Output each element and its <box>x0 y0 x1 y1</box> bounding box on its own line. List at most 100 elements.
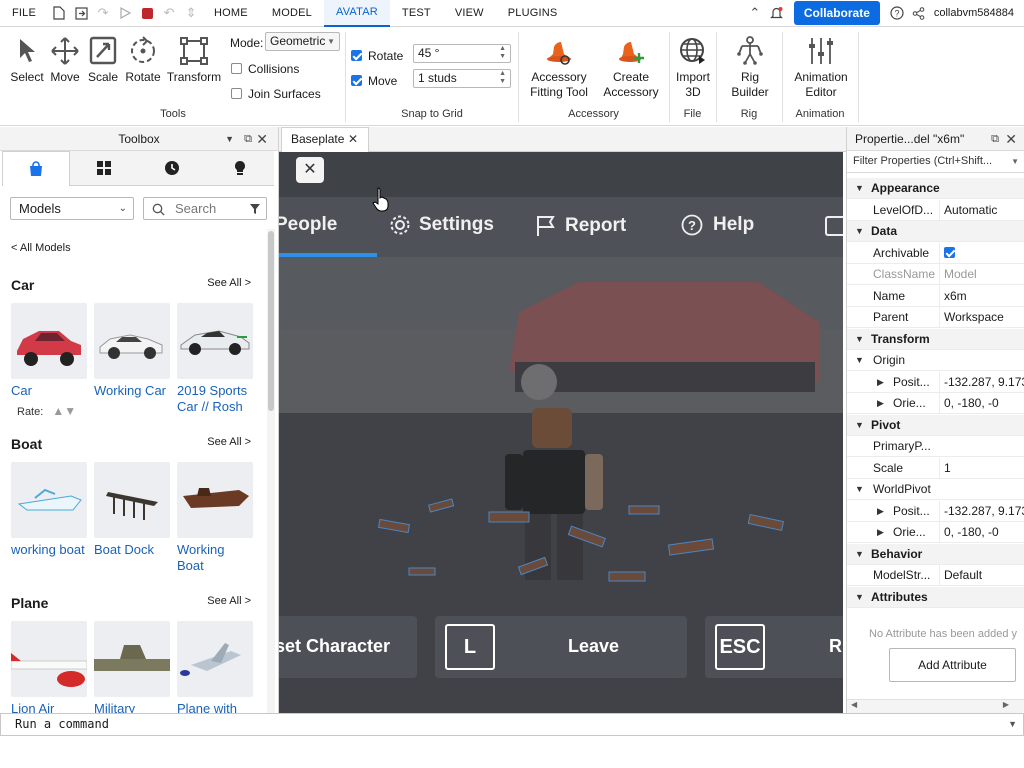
model-item[interactable]: 2019 Sports Car // Rosh <box>177 303 253 415</box>
chevron-down-icon[interactable]: ▼ <box>1008 714 1017 735</box>
filter-properties-input[interactable]: Filter Properties (Ctrl+Shift... ▼ <box>847 151 1024 173</box>
transform-tool-button[interactable]: Transform <box>166 36 222 84</box>
join-surfaces-toggle[interactable]: Join Surfaces <box>231 87 321 101</box>
all-models-link[interactable]: < All Models <box>11 242 71 254</box>
property-section[interactable]: ▼ Transform <box>847 328 1024 350</box>
collapse-triangle-icon[interactable]: ▼ <box>855 479 864 500</box>
help-icon[interactable]: ? <box>886 0 908 27</box>
command-bar[interactable]: Run a command ▼ <box>0 713 1024 736</box>
add-attribute-button[interactable]: Add Attribute <box>889 648 1016 682</box>
redo-icon[interactable]: ↷ <box>92 0 114 27</box>
property-value[interactable]: -132.287, 9.173, ... <box>939 500 1024 522</box>
join-surfaces-checkbox[interactable] <box>231 88 242 99</box>
menu-close-button[interactable]: ✕ <box>296 157 324 183</box>
undock-icon[interactable]: ⧉ <box>991 127 999 151</box>
property-row[interactable]: LevelOfD... Automatic <box>847 199 1024 221</box>
model-item[interactable]: working boat <box>11 462 87 558</box>
new-file-icon[interactable] <box>48 0 70 27</box>
collapse-ribbon-icon[interactable]: ⌃ <box>744 0 766 27</box>
tab-recent[interactable] <box>138 151 206 186</box>
command-input[interactable]: Run a command <box>15 717 109 731</box>
snap-rotate-checkbox[interactable] <box>351 50 362 61</box>
property-value[interactable]: 1 <box>939 457 1024 479</box>
property-row[interactable]: Archivable <box>847 242 1024 264</box>
property-row[interactable]: ClassName Model <box>847 264 1024 285</box>
filter-icon[interactable] <box>249 203 261 215</box>
property-row[interactable]: ▼ WorldPivot <box>847 479 1024 500</box>
tab-inventory[interactable] <box>70 151 138 186</box>
category-select[interactable]: Models ⌄ <box>10 197 134 220</box>
tab-baseplate[interactable]: Baseplate ✕ <box>281 127 369 152</box>
collapse-triangle-icon[interactable]: ▼ <box>855 587 864 608</box>
collapse-triangle-icon[interactable]: ▼ <box>855 544 864 565</box>
property-value[interactable] <box>939 242 1024 264</box>
property-value[interactable]: Workspace <box>939 307 1024 328</box>
expand-triangle-icon[interactable]: ▶ <box>877 393 884 414</box>
model-name[interactable]: Boat Dock <box>94 542 170 558</box>
archivable-checkbox[interactable] <box>944 246 955 258</box>
collisions-toggle[interactable]: Collisions <box>231 62 299 76</box>
property-row[interactable]: ▶ Posit... -132.287, 9.173, ... <box>847 371 1024 393</box>
property-section[interactable]: ▼ Data <box>847 221 1024 242</box>
play-icon[interactable] <box>114 0 136 27</box>
tab-home[interactable]: HOME <box>202 0 260 27</box>
chevron-down-icon[interactable]: ▼ <box>1009 151 1019 172</box>
collapse-triangle-icon[interactable]: ▼ <box>855 329 864 350</box>
record-icon[interactable] <box>825 216 843 236</box>
see-all-car-link[interactable]: See All > <box>207 277 251 289</box>
property-section[interactable]: ▼ Behavior <box>847 543 1024 565</box>
model-item[interactable]: Car Rate: ▲▼ <box>11 303 87 418</box>
tab-avatar[interactable]: AVATAR <box>323 0 390 27</box>
rotate-tool-button[interactable]: Rotate <box>124 36 162 84</box>
snap-rotate-toggle[interactable]: Rotate <box>351 49 403 63</box>
stepper-icon[interactable]: ▲ ▼ <box>499 70 506 86</box>
model-item[interactable]: Plane with <box>177 621 253 717</box>
property-row[interactable]: Scale 1 <box>847 457 1024 479</box>
collisions-checkbox[interactable] <box>231 63 242 74</box>
create-accessory-button[interactable]: Create Accessory <box>600 36 662 100</box>
property-value[interactable]: Default <box>939 565 1024 586</box>
undock-icon[interactable]: ⧉ <box>244 127 252 151</box>
property-row[interactable]: ▶ Orie... 0, -180, -0 <box>847 393 1024 414</box>
move-tool-button[interactable]: Move <box>48 36 82 84</box>
property-section[interactable]: ▼ Pivot <box>847 414 1024 436</box>
property-value[interactable]: Model <box>939 264 1024 285</box>
rotate-increment-input[interactable]: 45 ° ▲ ▼ <box>413 44 511 63</box>
tab-report[interactable]: Report <box>535 214 626 238</box>
property-section[interactable]: ▼ Appearance <box>847 178 1024 199</box>
scroll-left-icon[interactable]: ◀ <box>851 700 857 709</box>
stop-icon[interactable] <box>136 0 158 27</box>
model-name[interactable]: Car <box>11 383 87 399</box>
property-value[interactable]: 0, -180, -0 <box>939 393 1024 414</box>
mode-select[interactable]: Geometric ▼ <box>265 32 340 51</box>
animation-editor-button[interactable]: Animation Editor <box>788 36 854 100</box>
tab-model[interactable]: MODEL <box>260 0 324 27</box>
toolbox-scrollbar[interactable] <box>267 229 275 713</box>
leave-button[interactable]: L Leave <box>435 616 687 678</box>
thumbs-up-icon[interactable]: ▲ <box>52 404 64 418</box>
stepper-icon[interactable]: ▲ ▼ <box>499 45 506 61</box>
collapse-triangle-icon[interactable]: ▼ <box>855 221 864 242</box>
username-label[interactable]: collabvm584884 <box>930 7 1024 19</box>
model-name[interactable]: Working Car <box>94 383 170 399</box>
collaborate-button[interactable]: Collaborate <box>793 1 880 25</box>
resume-button[interactable]: ESC R <box>705 616 843 678</box>
scale-tool-button[interactable]: Scale <box>86 36 120 84</box>
tab-people[interactable]: People <box>279 214 337 236</box>
see-all-plane-link[interactable]: See All > <box>207 595 251 607</box>
search-input[interactable]: Search <box>175 201 216 216</box>
select-tool-button[interactable]: Select <box>10 36 44 84</box>
property-row[interactable]: Parent Workspace <box>847 307 1024 328</box>
move-increment-input[interactable]: 1 studs ▲ ▼ <box>413 69 511 88</box>
notification-bell-icon[interactable] <box>766 0 788 27</box>
model-item[interactable]: Lion Air <box>11 621 87 717</box>
tab-plugins[interactable]: PLUGINS <box>496 0 570 27</box>
file-menu[interactable]: FILE <box>0 0 48 27</box>
property-value[interactable]: -132.287, 9.173, ... <box>939 371 1024 393</box>
import-3d-button[interactable]: Import 3D <box>673 36 713 100</box>
game-viewport[interactable]: ✕ People Settings Report ? Help set Char… <box>279 152 843 713</box>
collapse-triangle-icon[interactable]: ▼ <box>855 350 864 371</box>
scroll-right-icon[interactable]: ▶ <box>1003 700 1009 709</box>
model-name[interactable]: 2019 Sports Car // Rosh <box>177 383 253 415</box>
scrollbar-thumb[interactable] <box>268 231 274 411</box>
